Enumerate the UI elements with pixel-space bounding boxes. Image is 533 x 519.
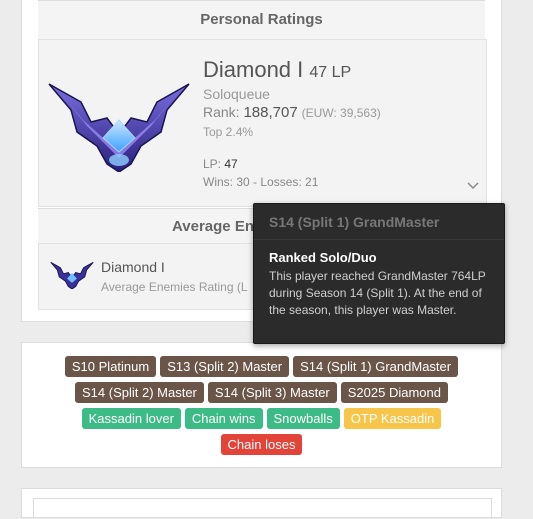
tag-badge[interactable]: Snowballs (266, 408, 340, 429)
tag-row-2: S14 (Split 2) Master S14 (Split 3) Maste… (22, 382, 501, 403)
current-tier: Diamond I 47 LP (203, 57, 351, 83)
badge-tooltip: S14 (Split 1) GrandMaster Ranked Solo/Du… (253, 203, 505, 344)
wins-losses: Wins: 30 - Losses: 21 (203, 175, 319, 189)
next-panel (21, 488, 502, 519)
tag-badge[interactable]: OTP Kassadin (343, 408, 442, 429)
tier-name: Diamond I (203, 57, 304, 82)
top-percent: Top 2.4% (203, 125, 254, 139)
tag-badge[interactable]: Chain loses (220, 434, 303, 455)
average-enemies-tier: Diamond I (101, 259, 165, 275)
tag-badge[interactable]: S13 (Split 2) Master (160, 356, 290, 377)
next-panel-inner (33, 498, 492, 519)
tooltip-body-title: Ranked Solo/Duo (269, 250, 377, 265)
tag-badge[interactable]: Chain wins (184, 408, 263, 429)
tier-lp: 47 LP (309, 64, 352, 81)
rank-value: 188,707 (243, 104, 298, 121)
rank-euw: (EUW: 39,563) (301, 106, 381, 120)
personal-ratings-title: Personal Ratings (38, 0, 485, 40)
tooltip-body-text: This player reached GrandMaster 764LP du… (269, 269, 486, 317)
tag-row-4: Chain loses (22, 434, 501, 455)
chevron-down-icon[interactable] (467, 182, 479, 190)
soloqueue-rank-card: Diamond I 47 LP Soloqueue Rank: 188,707 … (38, 39, 487, 207)
rank-line: Rank: 188,707 (EUW: 39,563) (203, 104, 381, 121)
tag-badge[interactable]: S2025 Diamond (340, 382, 448, 403)
tags-panel: S10 Platinum S13 (Split 2) Master S14 (S… (21, 342, 502, 468)
tag-row-3: Kassadin lover Chain wins Snowballs OTP … (22, 408, 501, 429)
diamond-emblem-icon (48, 83, 190, 172)
tag-badge[interactable]: Kassadin lover (81, 408, 181, 429)
lp-prefix: LP: (203, 157, 222, 171)
lp-line: LP: 47 (203, 157, 238, 171)
tooltip-header: S14 (Split 1) GrandMaster (254, 204, 504, 240)
rank-label: Rank: (203, 104, 240, 120)
queue-name: Soloqueue (203, 86, 270, 102)
tag-badge[interactable]: S14 (Split 1) GrandMaster (293, 356, 459, 377)
diamond-emblem-small-icon (50, 261, 94, 289)
average-enemies-subtitle: Average Enemies Rating (L (101, 280, 248, 294)
lp-value: 47 (224, 157, 238, 171)
tag-badge[interactable]: S14 (Split 2) Master (75, 382, 204, 403)
tag-badge[interactable]: S10 Platinum (64, 356, 157, 377)
tag-badge[interactable]: S14 (Split 3) Master (207, 382, 337, 403)
average-enemies-title-text: Average En (172, 218, 254, 235)
tag-row-1: S10 Platinum S13 (Split 2) Master S14 (S… (22, 356, 501, 377)
